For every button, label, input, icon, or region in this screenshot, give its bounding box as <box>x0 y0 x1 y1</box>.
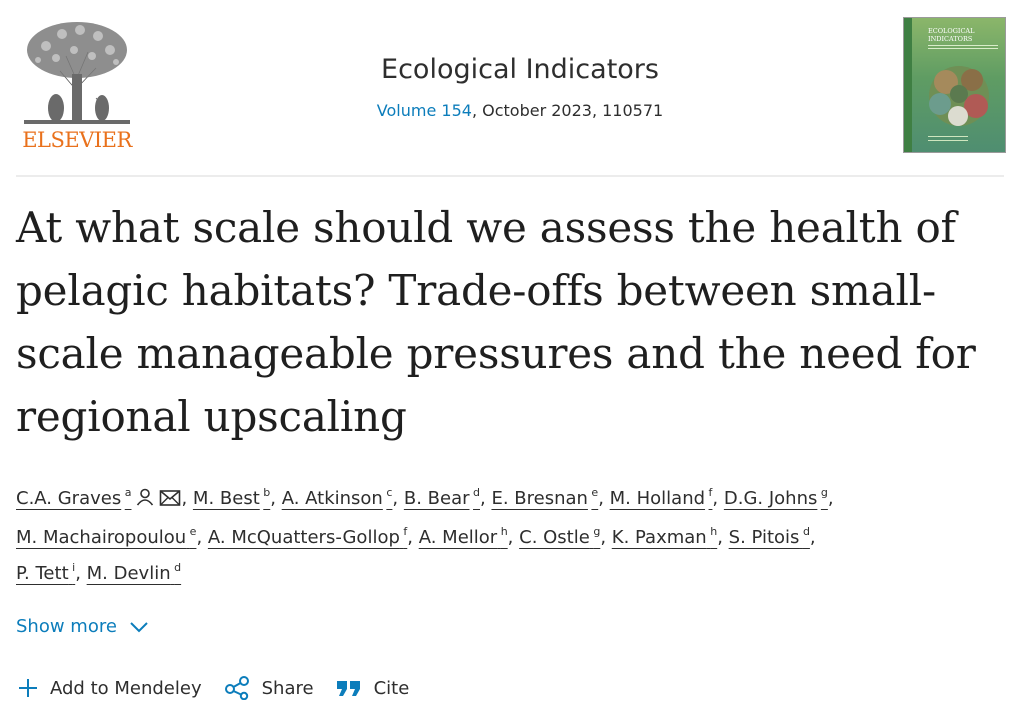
journal-title[interactable]: Ecological Indicators <box>0 54 1024 85</box>
author-link[interactable]: C. Ostle g <box>519 526 600 548</box>
author-link[interactable]: M. Best b <box>193 487 270 509</box>
elsevier-logo[interactable]: ELSEVIER <box>16 16 138 156</box>
issue-info: Volume 154, October 2023, 110571 <box>0 101 1024 120</box>
cover-title: ECOLOGICAL INDICATORS <box>928 27 1002 43</box>
author-link[interactable]: D.G. Johns g <box>724 487 828 509</box>
show-more-button[interactable]: Show more <box>16 616 149 637</box>
author-link[interactable]: M. Devlin d <box>87 562 181 584</box>
author-link[interactable]: A. Atkinson c <box>282 487 393 509</box>
author-list: C.A. Graves a, M. Best b, A. Atkinson c,… <box>16 484 834 584</box>
author-link[interactable]: P. Tett i <box>16 562 75 584</box>
volume-link[interactable]: Volume 154 <box>377 101 472 120</box>
author-link[interactable]: A. McQuatters-Gollop f <box>208 526 407 548</box>
author-link[interactable]: C.A. Graves a <box>16 487 131 509</box>
author-link[interactable]: B. Bear d <box>404 487 480 509</box>
cover-footer-lines <box>928 136 968 146</box>
author-link[interactable]: S. Pitois d <box>729 526 810 548</box>
cover-strip <box>904 18 912 152</box>
show-more-label: Show more <box>16 616 117 637</box>
author-link[interactable]: E. Bresnan e <box>491 487 598 509</box>
journal-cover[interactable]: ECOLOGICAL INDICATORS <box>903 17 1006 153</box>
share-icon <box>224 676 249 700</box>
person-icon[interactable] <box>135 484 155 520</box>
plus-icon <box>19 679 37 697</box>
cite-button[interactable]: Cite <box>336 677 410 699</box>
cover-photos-icon <box>929 66 989 126</box>
author-link[interactable]: A. Mellor h <box>419 526 508 548</box>
author-link[interactable]: M. Machairopoulou e <box>16 526 196 548</box>
header-divider <box>16 175 1004 177</box>
author-link[interactable]: K. Paxman h <box>612 526 717 548</box>
cite-label: Cite <box>373 677 410 699</box>
quote-icon <box>336 681 360 696</box>
article-actions: Add to Mendeley Share Cite <box>18 676 409 700</box>
author-link[interactable]: M. Holland f <box>610 487 713 509</box>
issue-details: , October 2023, 110571 <box>471 101 664 120</box>
cover-subtitle-lines <box>928 45 998 53</box>
share-label: Share <box>261 677 314 699</box>
article-header: ELSEVIER Ecological Indicators Volume 15… <box>0 0 1024 176</box>
envelope-icon[interactable] <box>159 484 181 520</box>
add-to-mendeley-label: Add to Mendeley <box>50 677 202 699</box>
chevron-down-icon <box>130 621 148 632</box>
article-title: At what scale should we assess the healt… <box>16 203 976 441</box>
add-to-mendeley-button[interactable]: Add to Mendeley <box>18 678 202 699</box>
elsevier-wordmark: ELSEVIER <box>22 128 132 152</box>
cover-title-line: INDICATORS <box>928 34 973 43</box>
share-button[interactable]: Share <box>224 676 314 700</box>
